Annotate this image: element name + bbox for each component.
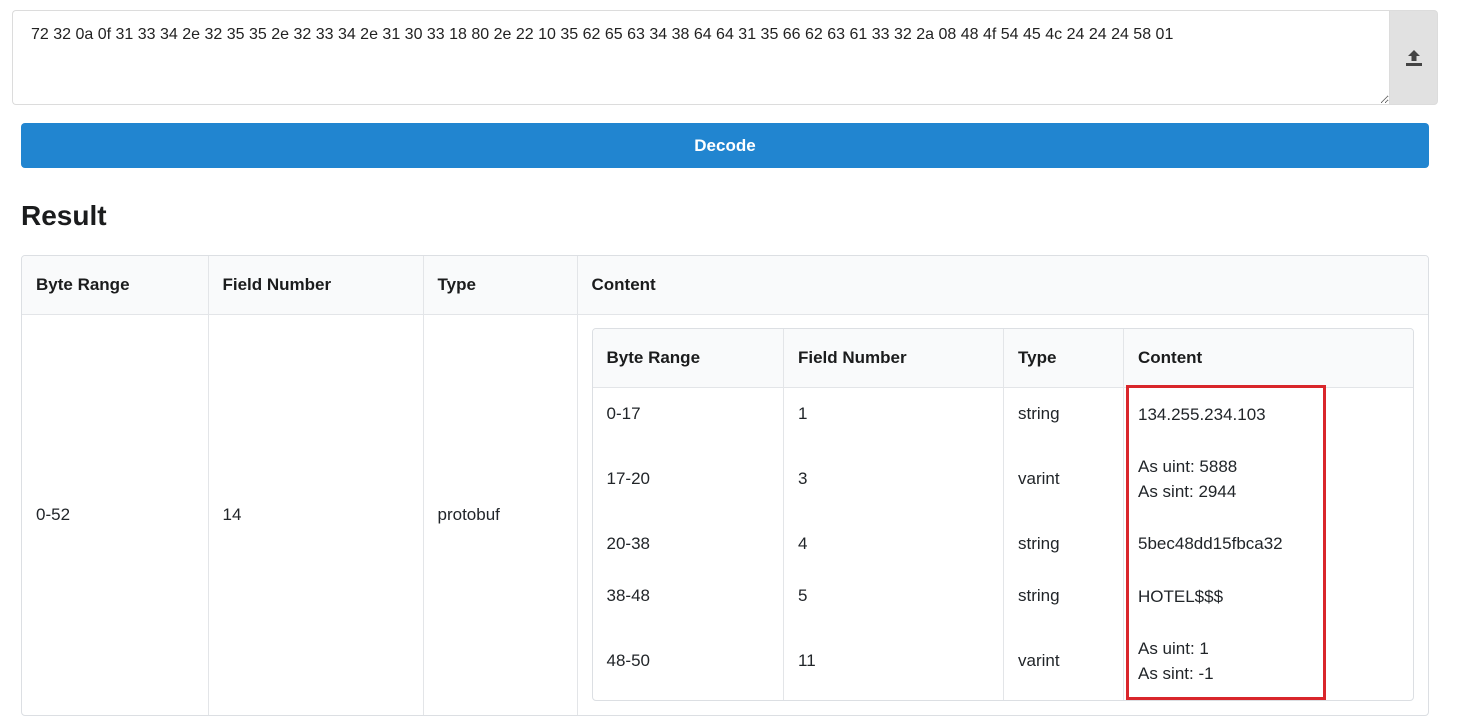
nested-table-row: 0-17 1 string 134.255.234.103 bbox=[592, 387, 1414, 441]
nested-cell-type: string bbox=[1003, 517, 1124, 571]
nested-cell-type: string bbox=[1003, 387, 1124, 441]
nested-cell-type: varint bbox=[1003, 440, 1124, 518]
column-header-byte-range: Byte Range bbox=[22, 256, 209, 315]
column-header-type: Type bbox=[423, 256, 578, 315]
nested-cell-content: As uint: 5888 As sint: 2944 bbox=[1124, 440, 1414, 517]
result-title: Result bbox=[21, 200, 107, 231]
content-line: As sint: 2944 bbox=[1138, 481, 1237, 501]
nested-table-header: Byte Range Field Number Type Content bbox=[592, 329, 1413, 388]
content-line: 134.255.234.103 bbox=[1138, 404, 1266, 424]
nested-cell-content: As uint: 1 As sint: -1 bbox=[1124, 622, 1414, 700]
nested-cell-field-number: 5 bbox=[783, 570, 1004, 623]
result-table-container: Byte Range Field Number Type Content 0-5… bbox=[21, 255, 1429, 716]
result-table-header: Byte Range Field Number Type Content bbox=[22, 256, 1428, 315]
nested-table-row: 20-38 4 string 5bec48dd15fbca32 bbox=[592, 517, 1414, 571]
nested-cell-content: HOTEL$$$ bbox=[1124, 570, 1414, 622]
decode-button[interactable]: Decode bbox=[21, 123, 1429, 168]
nested-column-header-field-number: Field Number bbox=[783, 329, 1004, 388]
nested-table-row: 48-50 11 varint As uint: 1 As sint: -1 bbox=[592, 622, 1414, 701]
result-table: Byte Range Field Number Type Content 0-5… bbox=[22, 256, 1428, 715]
cell-content: Byte Range Field Number Type Content 0-1… bbox=[577, 314, 1428, 715]
column-header-field-number: Field Number bbox=[208, 256, 424, 315]
nested-table-row: 17-20 3 varint As uint: 5888 As sint: 29… bbox=[592, 440, 1414, 518]
nested-table-row: 38-48 5 string HOTEL$$$ bbox=[592, 570, 1414, 623]
nested-cell-content: 5bec48dd15fbca32 bbox=[1124, 517, 1414, 570]
nested-cell-field-number: 11 bbox=[783, 622, 1004, 701]
nested-cell-content: 134.255.234.103 bbox=[1124, 387, 1414, 440]
cell-field-number: 14 bbox=[208, 314, 424, 715]
content-line: 5bec48dd15fbca32 bbox=[1138, 534, 1283, 554]
column-header-content: Content bbox=[577, 256, 1428, 315]
nested-cell-byte-range: 48-50 bbox=[592, 622, 784, 701]
upload-button[interactable] bbox=[1389, 10, 1438, 105]
hex-input-group: 72 32 0a 0f 31 33 34 2e 32 35 35 2e 32 3… bbox=[12, 10, 1438, 105]
nested-column-header-type: Type bbox=[1003, 329, 1124, 388]
upload-icon bbox=[1405, 49, 1422, 66]
nested-cell-field-number: 4 bbox=[783, 517, 1004, 571]
table-row: 0-52 14 protobuf Byte Range Field Number… bbox=[22, 314, 1428, 715]
nested-table: Byte Range Field Number Type Content 0-1… bbox=[592, 329, 1414, 701]
nested-table-container: Byte Range Field Number Type Content 0-1… bbox=[591, 328, 1414, 702]
nested-column-header-byte-range: Byte Range bbox=[592, 329, 784, 388]
nested-column-header-content: Content bbox=[1123, 329, 1413, 388]
nested-cell-type: string bbox=[1003, 570, 1124, 623]
nested-cell-byte-range: 38-48 bbox=[592, 570, 784, 623]
cell-type: protobuf bbox=[423, 314, 578, 715]
content-line: As sint: -1 bbox=[1138, 664, 1214, 684]
nested-cell-field-number: 3 bbox=[783, 440, 1004, 518]
nested-cell-byte-range: 0-17 bbox=[592, 387, 784, 441]
cell-byte-range: 0-52 bbox=[22, 314, 209, 715]
content-line: As uint: 5888 bbox=[1138, 456, 1238, 476]
content-line: As uint: 1 bbox=[1138, 639, 1209, 659]
nested-cell-byte-range: 20-38 bbox=[592, 517, 784, 571]
nested-cell-byte-range: 17-20 bbox=[592, 440, 784, 518]
nested-cell-field-number: 1 bbox=[783, 387, 1004, 441]
content-line: HOTEL$$$ bbox=[1138, 586, 1224, 606]
hex-input[interactable]: 72 32 0a 0f 31 33 34 2e 32 35 35 2e 32 3… bbox=[12, 10, 1389, 105]
nested-cell-type: varint bbox=[1003, 622, 1124, 701]
